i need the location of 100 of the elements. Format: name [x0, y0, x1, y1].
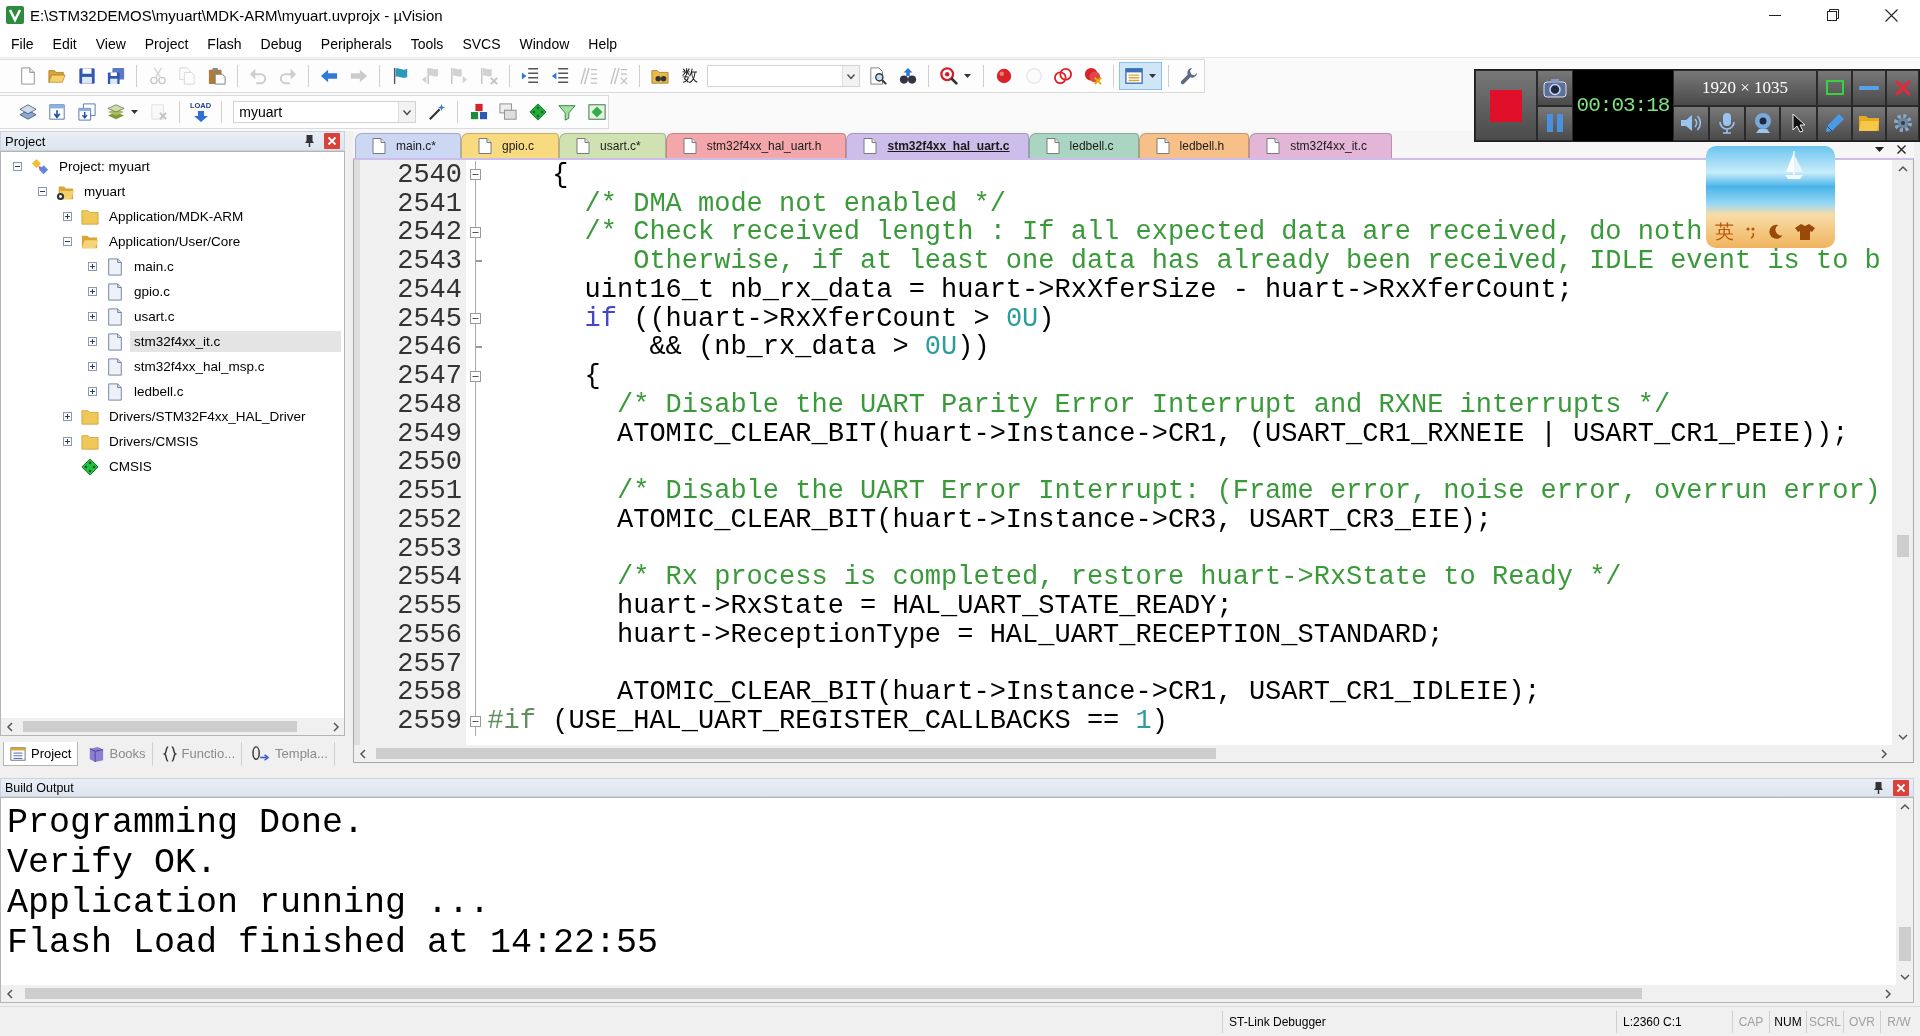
file-icon[interactable]: [1045, 138, 1060, 154]
scroll-right-icon[interactable]: [332, 721, 339, 732]
dots-cross-icon[interactable]: [1083, 67, 1102, 85]
tree-item[interactable]: Drivers/CMSIS: [105, 431, 203, 452]
file-icon[interactable]: [863, 138, 878, 154]
tree-item[interactable]: Project: myuart: [55, 156, 154, 177]
scrollbar-thumb[interactable]: [25, 988, 1642, 999]
punctuation-icon[interactable]: [1746, 225, 1756, 238]
menu-item[interactable]: SVCS: [452, 30, 510, 57]
window-button[interactable]: [1119, 62, 1163, 90]
menu-item[interactable]: Debug: [251, 30, 312, 57]
pin-icon[interactable]: [1874, 781, 1883, 794]
tree-item[interactable]: CMSIS: [105, 456, 156, 477]
stack-icon[interactable]: [107, 103, 126, 121]
speaker-icon[interactable]: [1680, 113, 1702, 134]
flag-icon[interactable]: [391, 67, 409, 85]
cursor-button[interactable]: [1780, 105, 1817, 141]
speaker-button[interactable]: [1673, 105, 1709, 141]
pause-button[interactable]: [1537, 105, 1573, 141]
menu-item[interactable]: File: [1, 30, 44, 57]
settings-button[interactable]: [1886, 105, 1919, 141]
tree-item[interactable]: Drivers/STM32F4xx_HAL_Driver: [105, 406, 310, 427]
scroll-left-icon[interactable]: [6, 988, 13, 999]
blocks-icon[interactable]: [469, 103, 488, 121]
fold-collapse-icon[interactable]: [469, 169, 481, 181]
file-icon[interactable]: [576, 138, 591, 154]
tree-item[interactable]: Application/User/Core: [105, 231, 245, 252]
filled-circle-icon[interactable]: [995, 67, 1013, 85]
indent-icon[interactable]: [521, 67, 539, 85]
collapse-icon[interactable]: [37, 187, 47, 196]
search-icon[interactable]: [869, 67, 887, 85]
vertical-scrollbar[interactable]: [1892, 160, 1913, 745]
resolution-button[interactable]: 1920 × 1035: [1673, 70, 1817, 106]
minimize-icon[interactable]: [1769, 14, 1781, 16]
tree-item[interactable]: stm32f4xx_hal_msp.c: [130, 356, 269, 377]
expand-icon[interactable]: [87, 387, 97, 396]
vertical-scrollbar[interactable]: [1896, 798, 1913, 985]
expand-icon[interactable]: [62, 412, 72, 421]
scroll-down-icon[interactable]: [1899, 973, 1910, 980]
scrollbar-thumb[interactable]: [1896, 535, 1909, 557]
pencil-button[interactable]: [1817, 105, 1852, 141]
fold-collapse-icon[interactable]: [469, 226, 481, 238]
scrollbar-thumb[interactable]: [376, 748, 1216, 759]
expand-icon[interactable]: [87, 337, 97, 346]
horizontal-scrollbar[interactable]: [1, 718, 344, 735]
folder-icon[interactable]: [1858, 114, 1880, 133]
binoculars-icon[interactable]: [898, 67, 917, 85]
pin-icon[interactable]: [305, 135, 314, 147]
scroll-up-icon[interactable]: [1899, 803, 1910, 810]
tree-item[interactable]: gpio.c: [130, 281, 175, 302]
tree-item[interactable]: stm32f4xx_it.c: [130, 331, 341, 352]
microphone-icon[interactable]: [1719, 112, 1735, 135]
open-folder-icon[interactable]: [48, 67, 66, 85]
scrollbar-thumb[interactable]: [1898, 927, 1911, 961]
panel-tab[interactable]: Project: [3, 742, 79, 766]
fold-collapse-icon[interactable]: [469, 370, 481, 382]
tree-item[interactable]: main.c: [130, 256, 178, 277]
menu-item[interactable]: Project: [135, 30, 198, 57]
magnifier-icon[interactable]: [940, 67, 959, 85]
menu-item[interactable]: Peripherals: [311, 30, 402, 57]
editor-tab[interactable]: main.c*: [355, 133, 461, 158]
window-icon[interactable]: [1125, 67, 1144, 85]
tree-item[interactable]: usart.c: [130, 306, 179, 327]
expand-icon[interactable]: [87, 287, 97, 296]
webcam-button[interactable]: [1745, 105, 1780, 141]
magic-wand-icon[interactable]: [428, 103, 446, 121]
webcam-icon[interactable]: [1752, 112, 1773, 135]
file-icon[interactable]: [1266, 138, 1281, 154]
pencil-icon[interactable]: [1824, 113, 1845, 134]
expand-icon[interactable]: [87, 362, 97, 371]
diamond-box-icon[interactable]: [587, 103, 606, 121]
menu-item[interactable]: Window: [510, 30, 579, 57]
outdent-icon[interactable]: [550, 67, 569, 85]
menu-item[interactable]: Tools: [401, 30, 453, 57]
left-arrow-icon[interactable]: [320, 67, 338, 85]
save-icon[interactable]: [77, 67, 96, 85]
file-icon[interactable]: [682, 138, 697, 154]
editor-tab[interactable]: stm32f4xx_hal_uart.h: [665, 133, 847, 158]
scrollbar-thumb[interactable]: [23, 721, 297, 732]
collapse-icon[interactable]: [62, 237, 72, 246]
file-icon[interactable]: [1155, 138, 1170, 154]
cursor-icon[interactable]: [1791, 113, 1806, 134]
funnel-icon[interactable]: [558, 103, 576, 121]
editor-tab[interactable]: stm32f4xx_hal_uart.c: [846, 133, 1029, 158]
microphone-button[interactable]: [1709, 105, 1745, 141]
scroll-left-icon[interactable]: [359, 748, 366, 759]
screenshot-button[interactable]: [1537, 70, 1573, 106]
documents-arrow-icon[interactable]: [77, 103, 96, 121]
scroll-right-icon[interactable]: [1880, 748, 1887, 759]
minimize-button[interactable]: [1852, 70, 1886, 106]
region-button[interactable]: [1817, 70, 1852, 106]
stacked-windows-icon[interactable]: [499, 103, 517, 121]
fold-collapse-icon[interactable]: [469, 715, 481, 727]
editor-tab[interactable]: gpio.c: [461, 133, 560, 158]
expand-icon[interactable]: [87, 262, 97, 271]
moon-icon[interactable]: [1768, 224, 1783, 239]
dropdown-icon[interactable]: [1875, 147, 1884, 152]
menu-item[interactable]: Edit: [43, 30, 87, 57]
menu-item[interactable]: Help: [578, 30, 627, 57]
menu-item[interactable]: Flash: [197, 30, 252, 57]
